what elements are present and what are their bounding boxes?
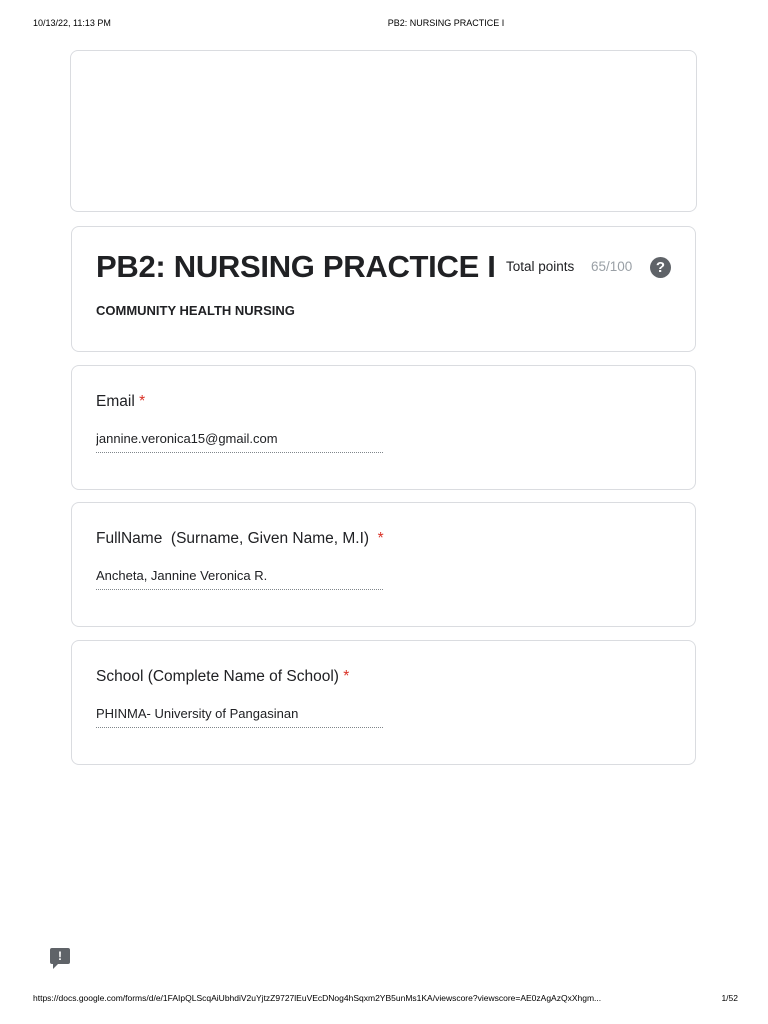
form-description: COMMUNITY HEALTH NURSING (96, 303, 295, 318)
question-label: Email * (96, 393, 145, 411)
email-answer: jannine.veronica15@gmail.com (96, 431, 383, 453)
fullname-answer: Ancheta, Jannine Veronica R. (96, 568, 383, 590)
print-header: 10/13/22, 11:13 PM PB2: NURSING PRACTICE… (0, 18, 768, 32)
total-points-label: Total points (506, 259, 575, 274)
form-title: PB2: NURSING PRACTICE I (96, 249, 496, 284)
help-icon[interactable]: ? (650, 257, 671, 278)
required-asterisk: * (343, 668, 350, 685)
report-feedback-icon[interactable]: ! (50, 948, 70, 969)
question-title: FullName (Surname, Given Name, M.I) (96, 530, 370, 547)
form-title-card: PB2: NURSING PRACTICE I COMMUNITY HEALTH… (71, 226, 696, 352)
question-title: School (Complete Name of School) (96, 668, 339, 685)
total-points-value: 65/100 (591, 259, 633, 274)
question-card-email: Email * jannine.veronica15@gmail.com (71, 365, 696, 490)
school-answer: PHINMA- University of Pangasinan (96, 706, 383, 728)
header-banner (70, 50, 697, 212)
question-label: FullName (Surname, Given Name, M.I) * (96, 530, 384, 548)
required-asterisk: * (139, 393, 146, 410)
question-card-school: School (Complete Name of School) * PHINM… (71, 640, 696, 765)
print-url: https://docs.google.com/forms/d/e/1FAIpQ… (33, 993, 602, 1003)
print-page-number: 1/52 (721, 993, 738, 1003)
question-label: School (Complete Name of School) * (96, 668, 349, 686)
print-footer: https://docs.google.com/forms/d/e/1FAIpQ… (33, 993, 738, 1005)
question-title: Email (96, 393, 135, 410)
print-page-title: PB2: NURSING PRACTICE I (387, 18, 505, 28)
question-card-fullname: FullName (Surname, Given Name, M.I) * An… (71, 502, 696, 627)
required-asterisk: * (377, 530, 384, 547)
